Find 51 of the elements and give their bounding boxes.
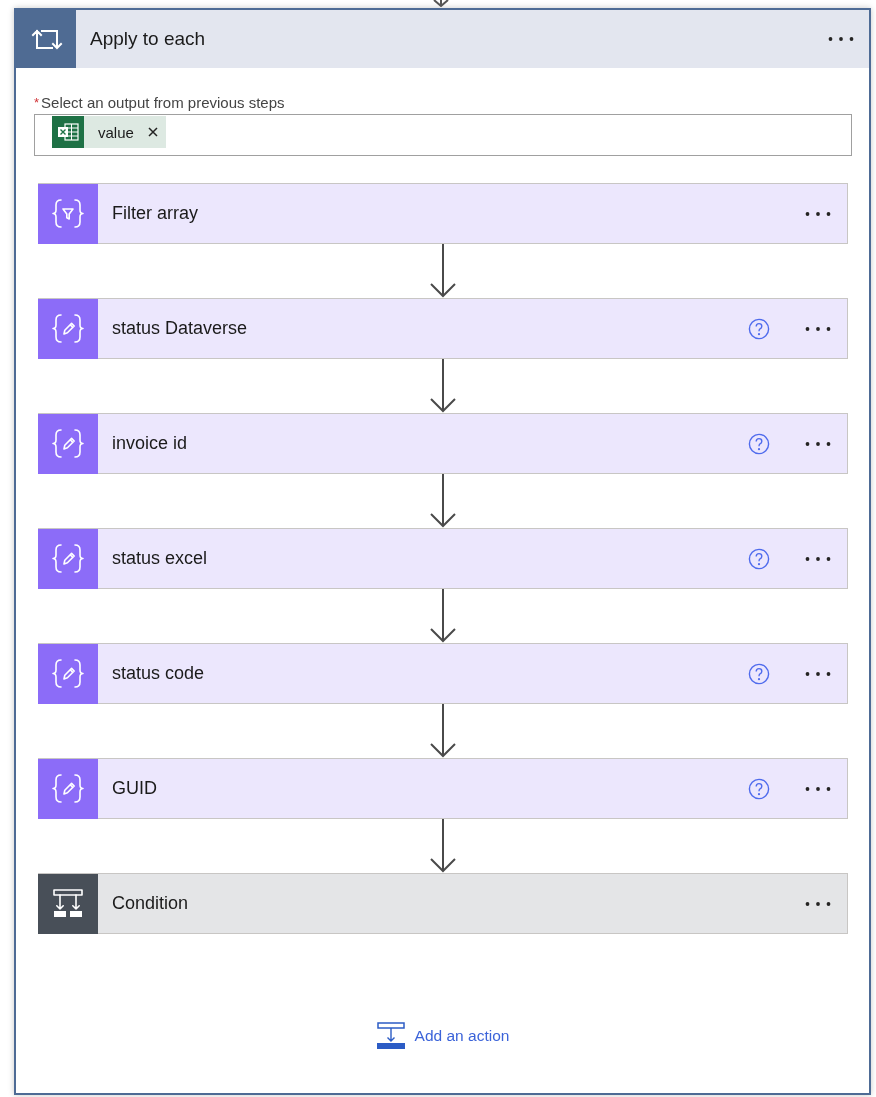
- more-icon[interactable]: [805, 440, 831, 447]
- more-icon[interactable]: [805, 555, 831, 562]
- add-step-icon: [376, 1022, 405, 1049]
- add-action-button[interactable]: Add an action: [376, 1022, 510, 1049]
- braces-pencil-icon: [38, 528, 98, 589]
- scope-header[interactable]: Apply to each: [16, 10, 869, 68]
- split-arrows-icon: [38, 873, 98, 934]
- connector-arrow: [429, 359, 457, 413]
- action-card[interactable]: status Dataverse: [38, 298, 848, 359]
- more-icon[interactable]: [828, 36, 854, 42]
- action-title: status code: [112, 663, 206, 684]
- connector-arrow: [429, 589, 457, 643]
- action-card[interactable]: GUID: [38, 758, 848, 819]
- action-card[interactable]: invoice id: [38, 413, 848, 474]
- action-title: status Dataverse: [112, 318, 249, 339]
- input-field[interactable]: value: [34, 114, 852, 156]
- action-title: invoice id: [112, 433, 189, 454]
- help-icon[interactable]: [748, 662, 770, 685]
- connector-arrow: [429, 244, 457, 298]
- braces-pencil-icon: [38, 643, 98, 704]
- action-title: Filter array: [112, 203, 199, 224]
- action-card[interactable]: Filter array: [38, 183, 848, 244]
- more-icon[interactable]: [805, 210, 831, 217]
- connector-arrow: [429, 819, 457, 873]
- more-icon[interactable]: [805, 785, 831, 792]
- action-card[interactable]: Condition: [38, 873, 848, 934]
- spreadsheet-icon: [52, 116, 84, 148]
- action-card[interactable]: status excel: [38, 528, 848, 589]
- braces-pencil-icon: [38, 758, 98, 819]
- connector-arrow: [433, 0, 449, 7]
- field-label: Select an output from previous steps: [41, 94, 285, 112]
- action-title: status excel: [112, 548, 209, 569]
- scope-title: Apply to each: [90, 28, 207, 50]
- connector-arrow: [429, 704, 457, 758]
- action-title: GUID: [112, 778, 158, 799]
- more-icon[interactable]: [805, 670, 831, 677]
- more-icon[interactable]: [805, 900, 831, 907]
- help-icon[interactable]: [748, 547, 770, 570]
- action-title: Condition: [112, 893, 190, 914]
- braces-pencil-icon: [38, 413, 98, 474]
- action-card[interactable]: status code: [38, 643, 848, 704]
- help-icon[interactable]: [748, 432, 770, 455]
- more-icon[interactable]: [805, 325, 831, 332]
- braces-pencil-icon: [38, 298, 98, 359]
- required-asterisk: *: [34, 94, 40, 112]
- close-icon[interactable]: [147, 127, 158, 137]
- braces-funnel-icon: [38, 183, 98, 244]
- connector-arrow: [429, 474, 457, 528]
- help-icon[interactable]: [748, 317, 770, 340]
- help-icon[interactable]: [748, 777, 770, 800]
- token-label: value: [98, 123, 134, 141]
